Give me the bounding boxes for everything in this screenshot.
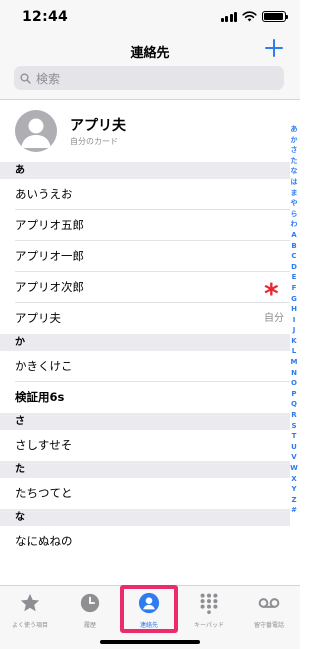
contact-list: ああいうえおアプリオ五郎 アプリオ一郎 アプリオ次郎アプリ夫 自分かかきくけこ検証用6… — [0, 162, 290, 557]
contact-row[interactable]: かきくけこ — [0, 351, 290, 382]
contact-row[interactable]: たちつてと — [0, 478, 290, 509]
contact-name: あいうえお — [15, 187, 73, 201]
index-letter[interactable]: B — [291, 241, 296, 252]
index-letter[interactable]: J — [293, 325, 296, 336]
battery-level — [264, 13, 283, 20]
cellular-signal-icon — [220, 11, 237, 22]
index-letter[interactable]: V — [291, 452, 296, 463]
contact-name: アプリ夫 — [15, 311, 61, 325]
contact-row[interactable]: 検証用6s — [0, 382, 290, 413]
search-placeholder: 検索 — [36, 71, 61, 86]
contact-row[interactable]: アプリオ一郎 — [0, 241, 290, 272]
index-letter[interactable]: # — [291, 505, 297, 516]
annotation-asterisk: * — [264, 277, 279, 310]
highlight-box — [120, 585, 178, 633]
index-letter[interactable]: P — [291, 389, 296, 400]
keypad-icon — [198, 592, 220, 614]
index-letter[interactable]: な — [291, 166, 298, 177]
status-bar: 12:44 — [0, 0, 300, 34]
battery-icon — [262, 11, 288, 22]
search-icon — [20, 72, 31, 84]
index-letter[interactable]: E — [292, 272, 297, 283]
voicemail-icon — [258, 592, 280, 614]
my-card-subtitle: 自分のカード — [70, 137, 118, 146]
contact-row[interactable]: あいうえお — [0, 179, 290, 210]
section-header: か — [0, 334, 290, 351]
contact-row[interactable]: なにぬねの — [0, 526, 290, 557]
my-card-name: アプリ夫 — [70, 118, 126, 134]
page-title: 連絡先 — [130, 46, 170, 61]
avatar — [15, 110, 57, 152]
index-letter[interactable]: さ — [291, 145, 298, 156]
contact-name: アプリオ五郎 — [15, 218, 84, 232]
contact-row[interactable]: さしすせそ — [0, 430, 290, 461]
section-header: な — [0, 509, 290, 526]
index-letter[interactable]: R — [291, 410, 296, 421]
index-letter[interactable]: S — [291, 421, 296, 432]
search-input[interactable]: 検索 — [14, 66, 284, 90]
index-letter[interactable]: や — [291, 198, 298, 209]
tab-label: 留守番電話 — [253, 622, 284, 629]
tab-label: よく使う項目 — [11, 622, 48, 629]
star-icon — [19, 592, 41, 614]
status-icons — [220, 11, 288, 22]
add-contact-button[interactable] — [262, 36, 286, 60]
index-letter[interactable]: F — [292, 283, 297, 294]
index-letter[interactable]: O — [291, 378, 297, 389]
contact-row[interactable]: アプリオ五郎 — [0, 210, 290, 241]
contact-name: かきくけこ — [15, 359, 73, 373]
index-letter[interactable]: は — [291, 177, 298, 188]
index-letter[interactable]: Y — [291, 484, 296, 495]
index-letter[interactable]: か — [291, 135, 298, 146]
section-index[interactable]: あかさたなはまやらわ A B C D E F G H I J K L M N O P Q R S T U V W X Y Z # — [288, 124, 300, 516]
index-letter[interactable]: T — [292, 431, 297, 442]
wifi-icon — [242, 11, 257, 22]
index-letter[interactable]: わ — [291, 219, 298, 230]
index-letter[interactable]: C — [291, 251, 296, 262]
contact-name: たちつてと — [15, 486, 73, 500]
contact-name: 検証用6s — [15, 390, 65, 404]
tab-voicemail[interactable]: 留守番電話 — [239, 592, 299, 629]
index-letter[interactable]: A — [291, 230, 296, 241]
index-letter[interactable]: あ — [291, 124, 298, 135]
navigation-bar: 連絡先 検索 — [0, 34, 300, 100]
section-header: あ — [0, 162, 290, 179]
tab-keypad[interactable]: キーパッド — [179, 592, 239, 629]
tab-label: キーパッド — [194, 622, 224, 629]
section-header: さ — [0, 413, 290, 430]
status-time: 12:44 — [22, 9, 69, 25]
index-letter[interactable]: ら — [291, 209, 298, 220]
contact-name: アプリオ一郎 — [15, 249, 84, 263]
index-letter[interactable]: た — [291, 156, 298, 167]
clock-icon — [79, 592, 101, 614]
contact-row[interactable]: アプリオ次郎 — [0, 272, 290, 303]
index-letter[interactable]: U — [291, 442, 297, 453]
index-letter[interactable]: D — [291, 262, 297, 273]
tab-label: 履歴 — [83, 622, 96, 629]
my-card[interactable]: アプリ夫 自分のカード — [0, 106, 300, 158]
index-letter[interactable]: K — [291, 336, 296, 347]
index-letter[interactable]: H — [291, 304, 297, 315]
contact-row[interactable]: アプリ夫 自分 — [0, 303, 290, 334]
index-letter[interactable]: ま — [291, 188, 298, 199]
tab-clock[interactable]: 履歴 — [60, 592, 120, 629]
contact-name: アプリオ次郎 — [15, 280, 84, 294]
home-indicator — [100, 640, 200, 644]
index-letter[interactable]: X — [291, 474, 296, 485]
index-letter[interactable]: W — [290, 463, 298, 474]
divider — [0, 99, 300, 100]
index-letter[interactable]: Z — [291, 495, 296, 506]
index-letter[interactable]: Q — [291, 399, 297, 410]
index-letter[interactable]: L — [292, 346, 296, 357]
index-letter[interactable]: M — [291, 357, 298, 368]
index-letter[interactable]: G — [291, 294, 297, 305]
index-letter[interactable]: N — [291, 368, 297, 379]
person-icon — [21, 118, 51, 148]
index-letter[interactable]: I — [293, 315, 296, 326]
section-header: た — [0, 461, 290, 478]
contact-name: なにぬねの — [15, 534, 73, 548]
tab-star[interactable]: よく使う項目 — [0, 592, 60, 629]
contact-name: さしすせそ — [15, 438, 73, 452]
